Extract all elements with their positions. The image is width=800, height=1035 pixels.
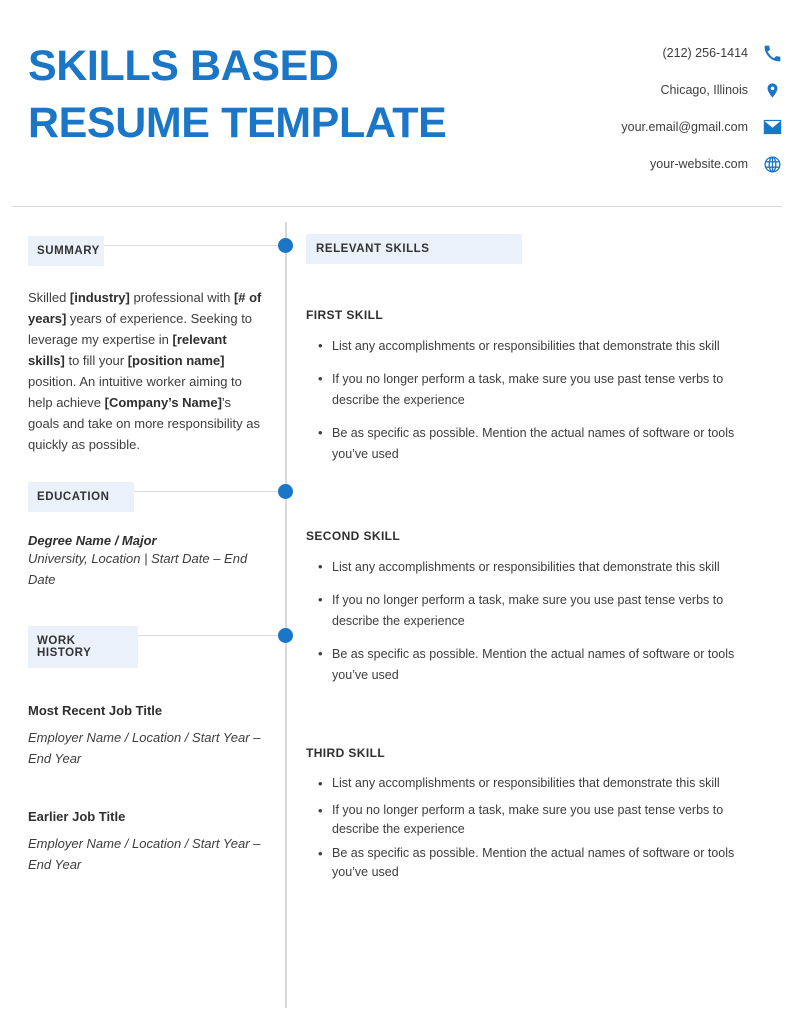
bullet-glyph: • [318, 370, 323, 386]
summary-part-4: to fill your [64, 353, 128, 369]
skill-bullet-text: List any accomplishments or responsibili… [332, 776, 720, 790]
skill-title: FIRST SKILL [306, 308, 384, 322]
globe-icon [762, 154, 782, 174]
skill-bullet-text: Be as specific as possible. Mention the … [332, 846, 735, 880]
work-section-label-wrap: WORK HISTORY [28, 626, 138, 668]
website-url: your-website.com [650, 157, 748, 171]
contact-row-phone: (212) 256-1414 [482, 38, 782, 68]
contact-row-website: your-website.com [482, 149, 782, 179]
skill-bullet: • Be as specific as possible. Mention th… [306, 644, 746, 687]
education-section-label: EDUCATION [28, 482, 134, 512]
skill-bullet: • List any accomplishments or responsibi… [306, 336, 746, 358]
education-entry: Degree Name / Major University, Location… [28, 533, 264, 590]
envelope-icon [762, 117, 782, 137]
location-text: Chicago, Illinois [660, 83, 748, 97]
bullet-glyph: • [318, 846, 323, 862]
email-address: your.email@gmail.com [621, 120, 748, 134]
job-entry-earlier: Earlier Job Title Employer Name / Locati… [28, 809, 264, 875]
title-line-2: RESUME TEMPLATE [28, 98, 447, 147]
timeline-vertical-line [285, 222, 287, 1008]
job-title: Most Recent Job Title [28, 703, 163, 718]
timeline-dot-summary [278, 238, 293, 253]
skill-bullet: • If you no longer perform a task, make … [306, 801, 746, 839]
job-details: Employer Name / Location / Start Year – … [28, 836, 261, 873]
skill-bullet-text: List any accomplishments or responsibili… [332, 339, 720, 353]
contact-row-email: your.email@gmail.com [482, 112, 782, 142]
contact-info-block: (212) 256-1414 Chicago, Illinois your.em… [482, 38, 782, 186]
skill-block-second: SECOND SKILL • List any accomplishments … [306, 529, 746, 698]
resume-header: SKILLS BASED RESUME TEMPLATE (212) 256-1… [0, 0, 800, 207]
timeline-dot-work [278, 628, 293, 643]
skill-bullet-text: Be as specific as possible. Mention the … [332, 646, 735, 683]
skill-block-third: THIRD SKILL • List any accomplishments o… [306, 746, 746, 888]
education-degree: Degree Name / Major [28, 533, 157, 548]
skill-bullet: • Be as specific as possible. Mention th… [306, 423, 746, 466]
bullet-glyph: • [318, 559, 323, 574]
skill-block-first: FIRST SKILL • List any accomplishments o… [306, 308, 746, 477]
bullet-glyph: • [318, 591, 323, 607]
bullet-glyph: • [318, 338, 323, 353]
summary-part-1: Skilled [28, 290, 70, 305]
skill-bullet: • If you no longer perform a task, make … [306, 369, 746, 412]
summary-paragraph: Skilled [industry] professional with [# … [28, 287, 264, 455]
bullet-glyph: • [318, 645, 323, 661]
bullet-glyph: • [318, 776, 323, 791]
summary-placeholder-position: [position name] [127, 353, 225, 369]
bullet-glyph: • [318, 802, 323, 818]
connector-education [134, 491, 278, 492]
timeline-dot-education [278, 484, 293, 499]
summary-placeholder-industry: [industry] [69, 290, 130, 305]
skill-bullet: • List any accomplishments or responsibi… [306, 557, 746, 579]
relevant-skills-section-label: RELEVANT SKILLS [306, 234, 522, 264]
document-title: SKILLS BASED RESUME TEMPLATE [28, 38, 548, 152]
job-title: Earlier Job Title [28, 809, 126, 824]
summary-part-2: professional with [129, 290, 234, 305]
summary-section-label-wrap: SUMMARY [28, 236, 104, 266]
skill-bullet-text: List any accomplishments or responsibili… [332, 560, 720, 574]
skill-bullet-text: If you no longer perform a task, make su… [332, 802, 724, 836]
skill-bullet-text: Be as specific as possible. Mention the … [332, 425, 735, 462]
skill-bullet-text: If you no longer perform a task, make su… [332, 592, 724, 629]
education-section-label-wrap: EDUCATION [28, 482, 134, 512]
header-divider [12, 206, 782, 207]
summary-section-label: SUMMARY [28, 236, 104, 266]
skill-bullet-text: If you no longer perform a task, make su… [332, 371, 724, 408]
contact-row-location: Chicago, Illinois [482, 75, 782, 105]
connector-summary [104, 245, 278, 246]
connector-work [138, 635, 278, 636]
phone-icon [762, 43, 782, 63]
job-entry-recent: Most Recent Job Title Employer Name / Lo… [28, 703, 264, 769]
skill-bullet: • Be as specific as possible. Mention th… [306, 844, 746, 882]
phone-number: (212) 256-1414 [662, 46, 748, 60]
summary-placeholder-company: [Company’s Name] [104, 395, 222, 411]
skill-bullet: • If you no longer perform a task, make … [306, 590, 746, 633]
location-pin-icon [762, 80, 782, 100]
skill-title: SECOND SKILL [306, 529, 401, 543]
skill-bullet: • List any accomplishments or responsibi… [306, 774, 746, 795]
bullet-glyph: • [318, 424, 323, 440]
education-details: University, Location | Start Date – End … [28, 551, 248, 588]
job-details: Employer Name / Location / Start Year – … [28, 730, 261, 767]
title-line-1: SKILLS BASED [28, 42, 339, 90]
skill-title: THIRD SKILL [306, 746, 386, 760]
work-history-section-label: WORK HISTORY [28, 626, 138, 668]
